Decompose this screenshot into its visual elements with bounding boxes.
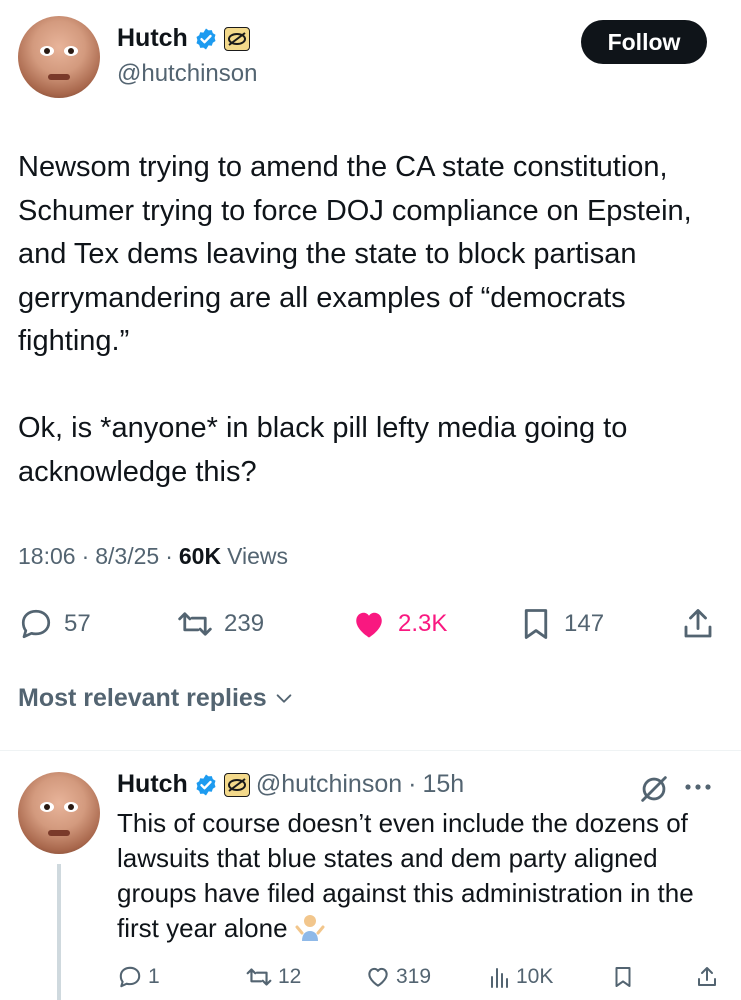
bookmark-button[interactable]: 147 (518, 598, 604, 650)
author-avatar[interactable] (18, 16, 100, 98)
reply-time[interactable]: 15h (422, 770, 464, 799)
post-paragraph: Newsom trying to amend the CA state cons… (18, 151, 692, 357)
reply-action-bar: 1 12 319 10K (117, 958, 723, 996)
follow-button[interactable]: Follow (581, 20, 707, 64)
views-label: Views (227, 543, 288, 569)
views-icon (491, 968, 508, 988)
post-meta: 18:06 · 8/3/25 · 60K Views (18, 543, 288, 570)
bookmark-count: 147 (564, 610, 605, 637)
reply-views-button[interactable]: 10K (489, 958, 553, 996)
meta-separator: · (165, 543, 173, 569)
verified-badge-icon (196, 28, 216, 49)
post-text: Newsom trying to amend the CA state cons… (18, 146, 728, 494)
reply-text: This of course doesn’t even include the … (117, 808, 694, 943)
bookmark-icon (615, 967, 631, 987)
reply-reply-count: 1 (148, 965, 160, 988)
share-icon (684, 609, 712, 638)
post-date[interactable]: 8/3/25 (95, 543, 159, 570)
reply-bookmark-button[interactable] (611, 958, 635, 996)
reply-author-handle[interactable]: @hutchinson (256, 770, 402, 799)
grok-icon[interactable] (637, 772, 671, 806)
post-time[interactable]: 18:06 (18, 543, 76, 570)
reply-repost-button[interactable]: 12 (245, 958, 301, 996)
reply-reply-button[interactable]: 1 (117, 958, 160, 996)
meta-separator: · (81, 543, 90, 569)
thread-line (57, 864, 61, 1000)
reply-count: 57 (64, 610, 91, 637)
org-badge-icon (223, 772, 250, 797)
reply-text-block: This of course doesn’t even include the … (117, 806, 727, 946)
post-action-bar: 57 239 2.3K 147 (18, 598, 723, 650)
org-badge-icon (223, 26, 250, 51)
like-button[interactable]: 2.3K (350, 598, 447, 650)
share-icon (698, 967, 716, 986)
reply-author-avatar[interactable] (18, 772, 100, 854)
author-display-name[interactable]: Hutch (117, 24, 188, 53)
reply-author-name[interactable]: Hutch (117, 770, 188, 799)
heart-icon (368, 967, 388, 987)
repost-icon (178, 612, 212, 636)
repost-count: 239 (224, 610, 265, 637)
replies-sort-label: Most relevant replies (18, 684, 267, 712)
like-count: 2.3K (398, 610, 448, 637)
section-divider (0, 750, 741, 751)
reply-button[interactable]: 57 (18, 598, 91, 650)
reply-repost-count: 12 (278, 965, 302, 988)
author-handle[interactable]: @hutchinson (117, 60, 257, 88)
more-icon[interactable] (680, 780, 716, 794)
reply-icon (21, 609, 51, 639)
reply-header: Hutch @hutchinson · 15h (117, 770, 464, 799)
replies-sort-dropdown[interactable]: Most relevant replies (18, 684, 295, 713)
reply-like-count: 319 (396, 965, 432, 988)
reply-views-count: 10K (516, 965, 554, 988)
share-button[interactable] (680, 598, 716, 650)
meta-separator: · (408, 770, 417, 798)
post-paragraph: Ok, is *anyone* in black pill lefty medi… (18, 412, 628, 488)
repost-icon (246, 968, 272, 986)
verified-badge-icon (196, 774, 216, 795)
bookmark-icon (524, 609, 548, 639)
chevron-down-icon (276, 693, 292, 703)
author-name-row[interactable]: Hutch (117, 24, 250, 53)
heart-icon (356, 612, 382, 638)
reply-icon (119, 966, 141, 988)
reply-share-button[interactable] (695, 958, 719, 996)
repost-button[interactable]: 239 (176, 598, 264, 650)
views-count: 60K (178, 543, 222, 569)
shrug-emoji (295, 915, 325, 941)
reply-like-button[interactable]: 319 (365, 958, 431, 996)
